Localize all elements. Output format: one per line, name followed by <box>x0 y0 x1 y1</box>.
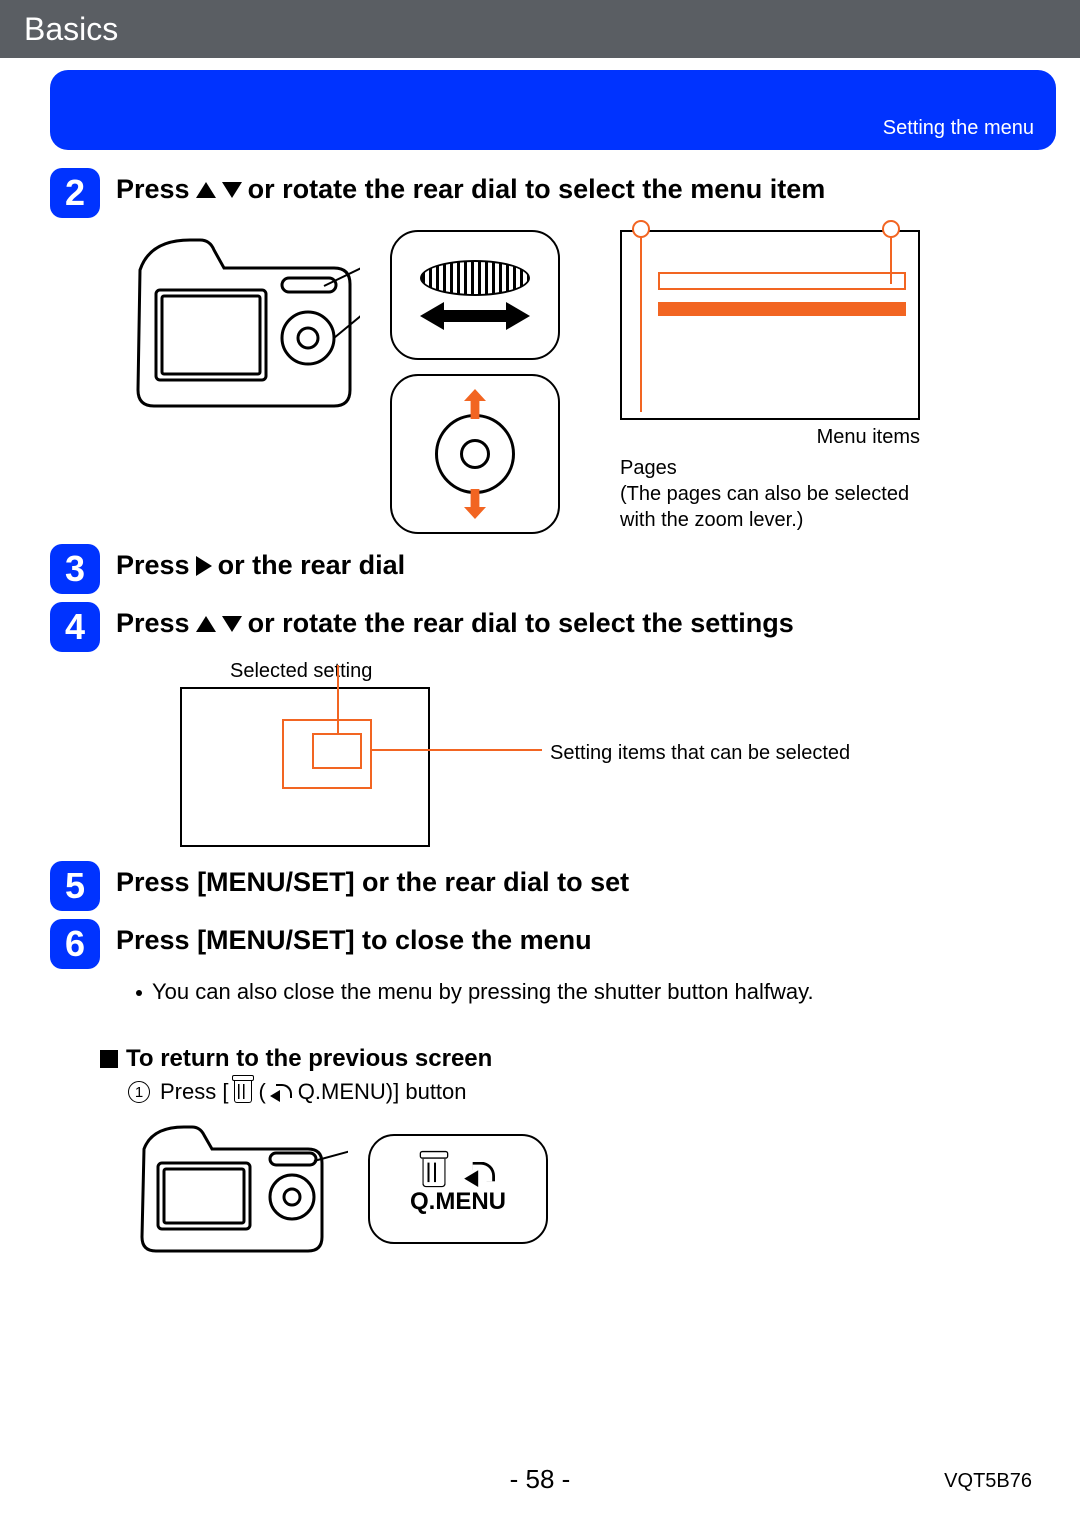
step-text: Press or rotate the rear dial to select … <box>116 168 825 205</box>
step-6: 6 Press [MENU/SET] to close the menu <box>50 919 1032 969</box>
step-number: 6 <box>50 919 100 969</box>
document-id: VQT5B76 <box>944 1470 1032 1493</box>
step-number: 2 <box>50 168 100 218</box>
camera-illustration-small <box>128 1119 348 1259</box>
circled-one-icon: 1 <box>128 1081 150 1103</box>
triangle-up-icon <box>196 616 216 632</box>
step-text: Press or rotate the rear dial to select … <box>116 602 794 639</box>
callout-dot-icon <box>882 220 900 238</box>
step-text: Press or the rear dial <box>116 544 405 581</box>
step-text-pre: Press <box>116 174 190 205</box>
pages-label: Pages (The pages can also be selected wi… <box>620 455 920 533</box>
dial-wheel-icon <box>420 260 530 296</box>
return-instruction: 1 Press [ ( Q.MENU)] button <box>128 1079 1032 1105</box>
return-arrow-icon <box>467 1162 495 1184</box>
step-4: 4 Press or rotate the rear dial to selec… <box>50 602 1032 652</box>
menu-diagram <box>620 230 920 420</box>
step-text: Press [MENU/SET] to close the menu <box>116 919 592 956</box>
step-2: 2 Press or rotate the rear dial to selec… <box>50 168 1032 218</box>
return-heading: To return to the previous screen <box>100 1045 1032 1073</box>
rear-dial-callout <box>390 230 560 360</box>
dpad-up-arrow-icon <box>464 389 486 419</box>
step-number: 4 <box>50 602 100 652</box>
step-number: 3 <box>50 544 100 594</box>
step-text-pre: Press <box>116 608 190 639</box>
step-5: 5 Press [MENU/SET] or the rear dial to s… <box>50 861 1032 911</box>
step-text-pre: Press <box>116 550 190 581</box>
setting-items-label: Setting items that can be selected <box>550 742 850 765</box>
bullet-icon <box>136 990 142 996</box>
step-3: 3 Press or the rear dial <box>50 544 1032 594</box>
step-number: 5 <box>50 861 100 911</box>
triangle-down-icon <box>222 616 242 632</box>
triangle-up-icon <box>196 182 216 198</box>
return-section: To return to the previous screen 1 Press… <box>100 1045 1032 1259</box>
dpad-icon <box>435 414 515 494</box>
step-text: Press [MENU/SET] or the rear dial to set <box>116 861 629 898</box>
settings-diagram: Selected setting Setting items that can … <box>180 660 1032 847</box>
step-text-post: or rotate the rear dial to select the se… <box>248 608 794 639</box>
section-banner: Setting the menu <box>50 70 1056 150</box>
dpad-callout <box>390 374 560 534</box>
left-right-arrow-icon <box>420 302 530 330</box>
content-area: 2 Press or rotate the rear dial to selec… <box>0 150 1080 1259</box>
dial-callouts <box>390 230 560 534</box>
header-bar: Basics <box>0 0 1080 58</box>
callout-dot-icon <box>632 220 650 238</box>
dpad-down-arrow-icon <box>464 489 486 519</box>
step-text-post: or the rear dial <box>218 550 406 581</box>
trash-icon <box>422 1159 445 1188</box>
trash-icon <box>234 1081 252 1103</box>
selected-setting-label: Selected setting <box>230 660 1032 683</box>
triangle-right-icon <box>196 556 212 576</box>
step-text-post: or rotate the rear dial to select the me… <box>248 174 826 205</box>
step6-note: You can also close the menu by pressing … <box>136 979 1032 1005</box>
step2-illustration: Menu items Pages (The pages can also be … <box>120 230 1032 534</box>
return-arrow-icon <box>272 1084 292 1100</box>
square-bullet-icon <box>100 1050 118 1068</box>
camera-illustration <box>120 230 360 534</box>
return-illustration: Q.MENU <box>128 1119 1032 1259</box>
settings-screen-box <box>180 687 430 847</box>
menu-screen-block: Menu items Pages (The pages can also be … <box>590 230 920 534</box>
qmenu-callout: Q.MENU <box>368 1134 548 1244</box>
qmenu-label: Q.MENU <box>410 1188 506 1216</box>
section-subtitle: Setting the menu <box>883 117 1034 140</box>
page-title: Basics <box>24 11 118 48</box>
menu-diagram-labels: Menu items Pages (The pages can also be … <box>620 426 920 533</box>
menu-items-label: Menu items <box>620 426 920 449</box>
page-number: - 58 - <box>0 1464 1080 1495</box>
triangle-down-icon <box>222 182 242 198</box>
